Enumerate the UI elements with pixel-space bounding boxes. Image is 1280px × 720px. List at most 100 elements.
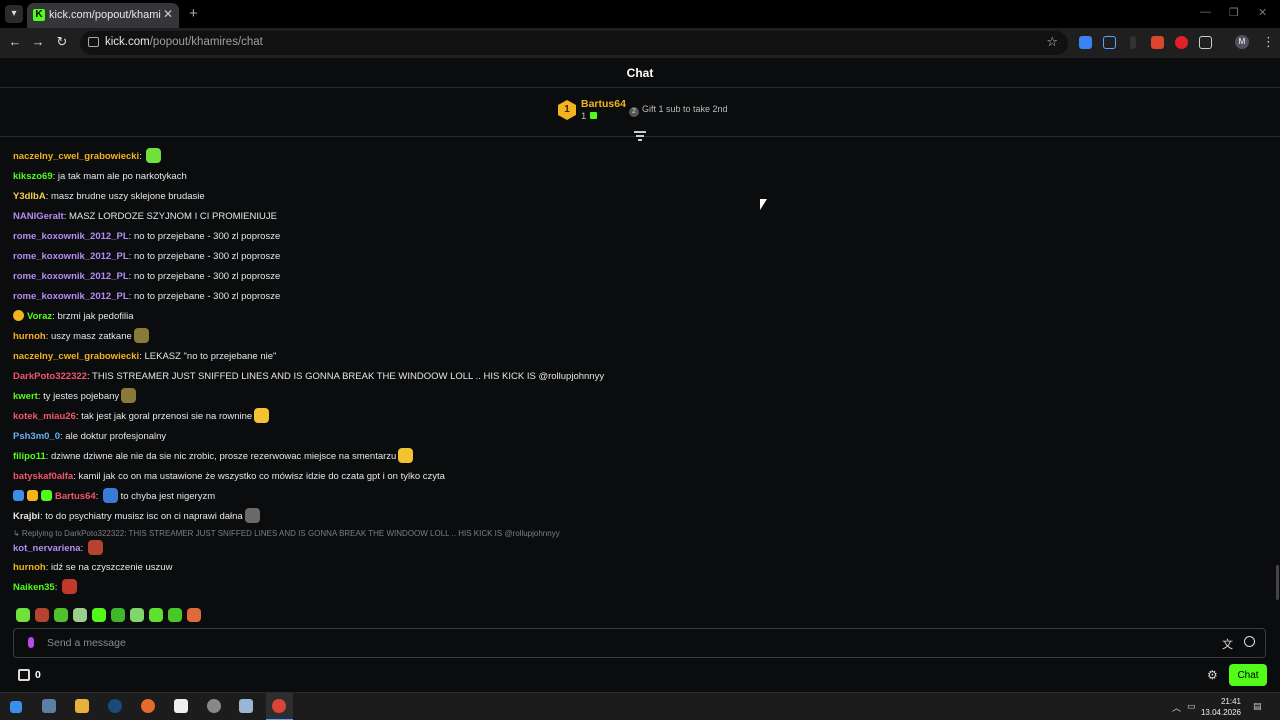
tab-close-icon[interactable]: ✕ (163, 7, 173, 21)
rank-badge: 1 (558, 100, 576, 120)
system-clock[interactable]: 21:41 13.04.2026 (1197, 696, 1241, 718)
emote-icon[interactable] (187, 608, 201, 622)
emote-icon (254, 408, 270, 423)
network-icon[interactable]: ▭ (1187, 701, 1196, 712)
message-text: masz brudne uszy sklejone brudasie (51, 191, 205, 202)
message-username[interactable]: kwert (13, 391, 38, 402)
message-text: MASZ LORDOZE SZYJNOM I CI PROMIENIUJE (68, 211, 277, 222)
message-username[interactable]: Krajbi (13, 511, 40, 522)
message-username[interactable]: naczelny_cwel_grabowiecki (13, 151, 139, 162)
steam-icon[interactable] (108, 699, 122, 713)
message-username[interactable]: NANIGeralt (13, 211, 64, 222)
send-chat-button[interactable]: Chat (1229, 664, 1267, 686)
emote-icon[interactable] (92, 608, 106, 622)
emote-icon[interactable] (73, 608, 87, 622)
message-text: LEKASZ "no to przejebane nie" (144, 351, 277, 362)
chat-message: Voraz: brzmi jak pedofilia (13, 307, 134, 327)
chat-scrollbar[interactable] (1276, 565, 1279, 600)
site-info-icon[interactable] (88, 37, 99, 47)
start-windows-icon[interactable] (10, 701, 22, 713)
restore-icon[interactable]: ❐ (1229, 6, 1239, 19)
message-username[interactable]: naczelny_cwel_grabowiecki (13, 351, 139, 362)
chat-message: Y3dlbA: masz brudne uszy sklejone brudas… (13, 191, 205, 202)
emote-icon[interactable] (54, 608, 68, 622)
message-text: to do psychiatry musisz isc on ci napraw… (45, 511, 243, 522)
emote-icon[interactable] (130, 608, 144, 622)
gift-leaderboard: 1 Bartus64 1 2 Gift 1 sub to take 2nd (0, 88, 1280, 137)
message-username[interactable]: Bartus64 (55, 491, 96, 502)
message-username[interactable]: rome_koxownik_2012_PL (13, 291, 129, 302)
message-username[interactable]: rome_koxownik_2012_PL (13, 251, 129, 262)
chat-message: kotek_miau26: tak jest jak goral przenos… (13, 407, 270, 427)
leader-username[interactable]: Bartus64 (581, 98, 626, 110)
gift-sub-icon[interactable] (18, 669, 30, 681)
chat-header: Chat (0, 58, 1280, 88)
message-username[interactable]: kotek_miau26 (13, 411, 76, 422)
collapse-leaderboard-icon[interactable] (634, 131, 646, 141)
message-text: ale doktur profesjonalny (65, 431, 167, 442)
message-username[interactable]: rome_koxownik_2012_PL (13, 271, 129, 282)
message-text: tak jest jak goral przenosi sie na rowni… (81, 411, 253, 422)
message-username[interactable]: Psh3m0_0 (13, 431, 60, 442)
file-explorer-icon[interactable] (75, 699, 89, 713)
message-username[interactable]: filipo11 (13, 451, 46, 462)
message-username[interactable]: Y3dlbA (13, 191, 46, 202)
message-username[interactable]: batyskaf0alfa (13, 471, 73, 482)
microphone-icon[interactable] (28, 637, 34, 648)
message-text: uszy masz zatkane (51, 331, 132, 342)
chat-message: NANIGeralt: MASZ LORDOZE SZYJNOM I CI PR… (13, 211, 277, 222)
taskbar-app-icon[interactable] (207, 699, 221, 713)
gift-hint[interactable]: 2 Gift 1 sub to take 2nd (629, 104, 728, 117)
close-window-icon[interactable]: ✕ (1258, 6, 1267, 19)
extension-icon[interactable] (1175, 36, 1188, 49)
back-icon[interactable]: ← (7, 34, 23, 49)
tray-chevron-icon[interactable]: ︿ (1172, 701, 1181, 714)
emote-icon[interactable] (168, 608, 182, 622)
chat-message: rome_koxownik_2012_PL: no to przejebane … (13, 271, 281, 282)
notifications-icon[interactable]: ▤ (1253, 701, 1262, 712)
tab-list-button[interactable]: ▾ (5, 5, 23, 23)
message-username[interactable]: hurnoh (13, 562, 46, 573)
message-username[interactable]: rome_koxownik_2012_PL (13, 231, 129, 242)
extension-icon[interactable] (1103, 36, 1116, 49)
chat-message: kikszo69: ja tak mam ale po narkotykach (13, 171, 187, 182)
extension-icon[interactable] (1151, 36, 1164, 49)
extension-icon[interactable] (1130, 36, 1136, 49)
message-username[interactable]: Naiken35 (13, 582, 55, 593)
message-username[interactable]: DarkPoto322322 (13, 371, 87, 382)
message-username[interactable]: hurnoh (13, 331, 46, 342)
emote-icon (398, 448, 414, 463)
bookmark-star-icon[interactable]: ☆ (1046, 34, 1058, 50)
reply-notice[interactable]: ↳ Replying to DarkPoto322322: THIS STREA… (13, 529, 560, 538)
taskbar-app-icon[interactable] (174, 699, 188, 713)
new-tab-button[interactable]: + (189, 5, 198, 22)
browser-menu-icon[interactable]: ⋮ (1262, 34, 1275, 50)
emoji-picker-icon[interactable] (1244, 636, 1255, 647)
forward-icon[interactable]: → (30, 34, 46, 49)
emote-icon[interactable] (16, 608, 30, 622)
translate-icon[interactable]: 文 (1222, 636, 1233, 652)
taskbar-app-icon[interactable] (42, 699, 56, 713)
chrome-icon[interactable] (272, 699, 286, 713)
firefox-icon[interactable] (141, 699, 155, 713)
chat-message: hurnoh: idź se na czyszczenie uszuw (13, 562, 173, 573)
profile-avatar[interactable]: M (1235, 35, 1249, 49)
emote-icon[interactable] (149, 608, 163, 622)
browser-tab[interactable]: K kick.com/popout/khamires/chat ✕ (27, 3, 179, 28)
chat-message: Bartus64: to chyba jest nigeryzm (13, 487, 215, 507)
url-text[interactable]: kick.com/popout/khamires/chat (105, 36, 263, 48)
chat-message: filipo11: dziwne dziwne ale nie da sie n… (13, 447, 414, 467)
extensions-puzzle-icon[interactable] (1199, 36, 1212, 49)
calculator-icon[interactable] (239, 699, 253, 713)
extension-icon[interactable] (1079, 36, 1092, 49)
minimize-icon[interactable]: — (1200, 6, 1211, 18)
address-bar[interactable]: kick.com/popout/khamires/chat ☆ (80, 31, 1068, 55)
message-username[interactable]: kikszo69 (13, 171, 53, 182)
chat-settings-icon[interactable]: ⚙ (1207, 668, 1218, 682)
message-username[interactable]: Voraz (27, 311, 52, 322)
reload-icon[interactable]: ↻ (54, 34, 70, 50)
message-input[interactable] (47, 635, 1197, 651)
emote-icon[interactable] (35, 608, 49, 622)
emote-icon[interactable] (111, 608, 125, 622)
message-username[interactable]: kot_nervariena (13, 543, 81, 554)
